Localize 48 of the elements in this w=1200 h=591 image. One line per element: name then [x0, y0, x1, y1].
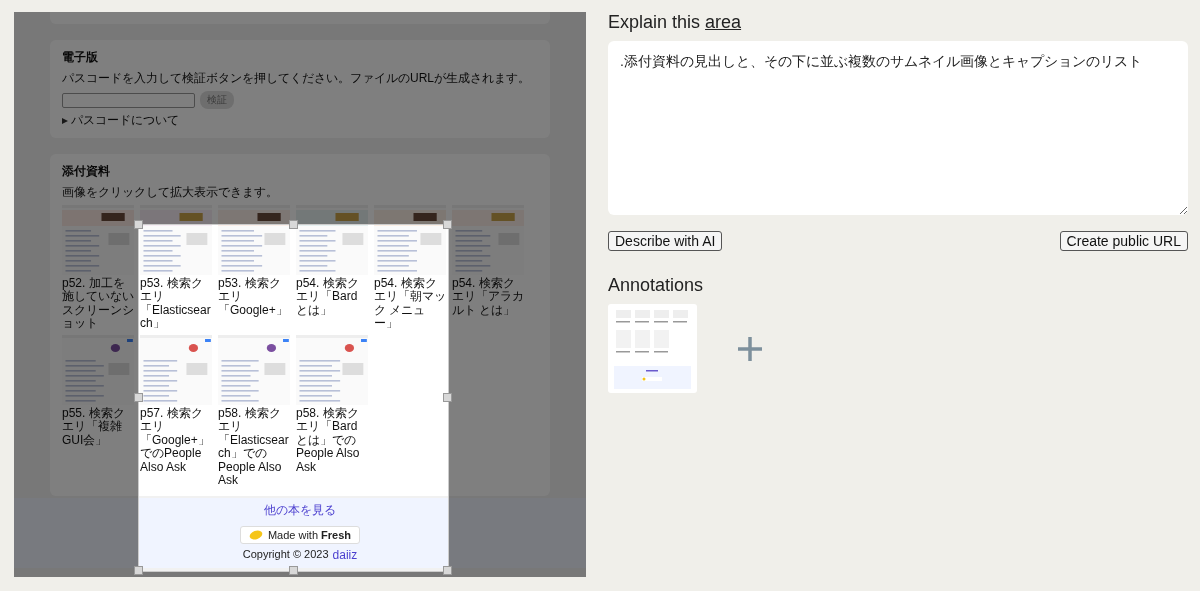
- screenshot-thumbnail[interactable]: [218, 334, 290, 405]
- more-books-link[interactable]: 他の本を見る: [264, 502, 336, 520]
- screenshot-thumbnail[interactable]: [218, 205, 290, 275]
- screenshot-thumbnail[interactable]: [296, 334, 368, 405]
- passcode-field[interactable]: [62, 92, 195, 108]
- thumbnail-caption: p55. 検索クエリ「複雑GUI会」: [62, 406, 126, 448]
- screenshot-thumbnail[interactable]: [296, 205, 368, 275]
- details-toggle[interactable]: パスコードについて: [62, 112, 179, 129]
- resize-handle[interactable]: [288, 566, 298, 575]
- explanation-field[interactable]: .添付資料の見出しと、その下に並ぶ複数のサムネイル画像とキャプションのリスト: [608, 41, 1188, 215]
- thumbnail-caption: p52. 加工を施していないスクリーンショット: [62, 277, 134, 331]
- screenshot-thumbnail[interactable]: [140, 205, 212, 275]
- screenshot-thumbnail[interactable]: [452, 205, 524, 275]
- made-with-badge[interactable]: Made with Fresh: [239, 526, 361, 545]
- section-title: 添付資料: [62, 163, 111, 180]
- thumbnail-caption: p58. 検索クエリ「Bard とは」でのPeople Also Ask: [296, 406, 361, 474]
- describe-button[interactable]: Describe with AI: [608, 231, 723, 251]
- section-description: 画像をクリックして拡大表示できます。: [62, 184, 279, 201]
- copyright-text: Copyright © 2023: [242, 548, 329, 563]
- area-link[interactable]: area: [705, 12, 742, 32]
- resize-handle[interactable]: [288, 220, 298, 229]
- triangle-icon: [62, 117, 68, 124]
- resize-handle[interactable]: [134, 566, 143, 575]
- resize-handle[interactable]: [443, 220, 452, 229]
- thumbnail-caption: p54. 検索クエリ「Bard とは」: [296, 277, 360, 318]
- annotations-heading: Annotations: [608, 275, 705, 296]
- screenshot-thumbnail[interactable]: [62, 205, 134, 275]
- lemon-icon: [248, 530, 263, 541]
- thumbnail-caption: p57. 検索クエリ「Google+」でのPeople Also Ask: [140, 406, 211, 474]
- resize-handle[interactable]: [134, 220, 143, 229]
- resize-handle[interactable]: [134, 393, 143, 402]
- thumbnail-caption: p53. 検索クエリ「Elasticsearch」: [140, 277, 212, 331]
- create-url-button[interactable]: Create public URL: [1059, 231, 1188, 251]
- section-description: パスコードを入力して検証ボタンを押してください。ファイルのURLが生成されます。: [62, 70, 531, 87]
- annotation-thumbnail[interactable]: [608, 304, 697, 393]
- resize-handle[interactable]: [443, 566, 452, 575]
- resize-handle[interactable]: [443, 393, 452, 402]
- author-link[interactable]: daiiz: [332, 548, 358, 563]
- thumbnail-caption: p53. 検索クエリ「Google+」: [218, 277, 289, 318]
- add-icon[interactable]: [737, 335, 763, 362]
- heading-text: Explain this: [608, 12, 702, 32]
- thumbnail-caption: p54. 検索クエリ「アラカルト とは」: [452, 277, 524, 318]
- screenshot-thumbnail[interactable]: [62, 334, 134, 405]
- screenshot-thumbnail[interactable]: [374, 205, 446, 275]
- section-title: 電子版: [62, 49, 99, 66]
- screenshot-thumbnail[interactable]: [140, 334, 212, 405]
- thumbnail-caption: p54. 検索クエリ「朝マック メニュー」: [374, 277, 446, 331]
- thumbnail-caption: p58. 検索クエリ「Elasticsearch」でのPeople Also Ask: [218, 406, 290, 488]
